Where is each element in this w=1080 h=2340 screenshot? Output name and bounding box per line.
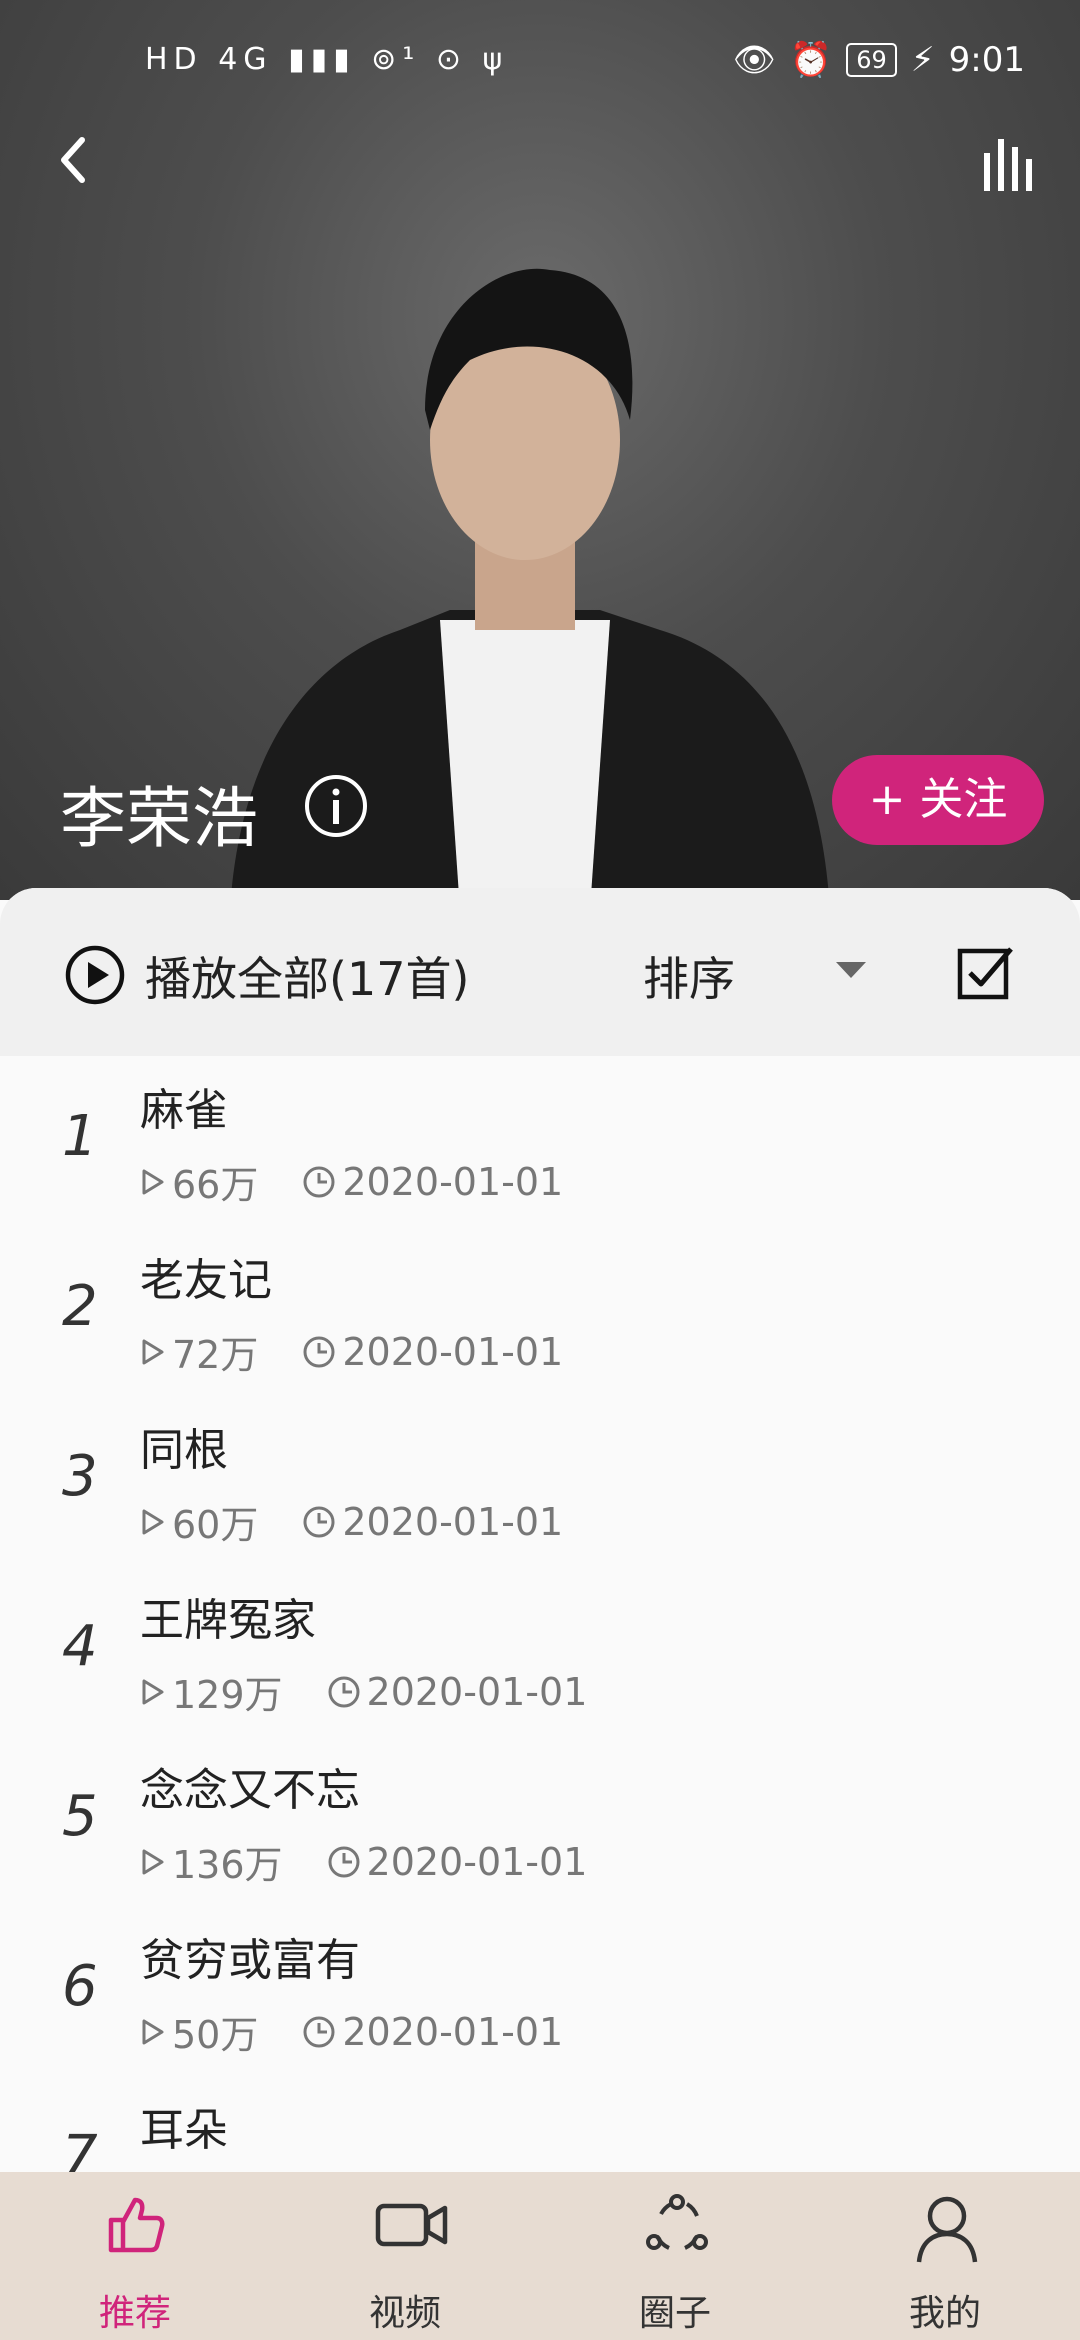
status-bar: HD 4G ▮▮▮ ⊚¹ ⊙ ψ 👁 ⏰ 69 ⚡ 9:01 — [0, 0, 1080, 130]
clock-icon — [328, 1676, 360, 1707]
caret-down-icon[interactable] — [836, 962, 866, 978]
clock-icon — [303, 1506, 335, 1537]
clock-icon — [303, 2016, 335, 2047]
play-count: 136万 — [172, 1843, 283, 1887]
play-count: 66万 — [172, 1163, 259, 1207]
release-date: 2020-01-01 — [366, 1839, 588, 1884]
artist-name: 李荣浩 — [60, 780, 258, 857]
release-date: 2020-01-01 — [342, 2009, 564, 2054]
user-icon — [916, 2196, 978, 2263]
clock-time: 9:01 — [948, 40, 1025, 80]
song-row[interactable]: 4 王牌冤家 129万 2020-01-01 — [0, 1566, 1080, 1736]
artist-hero: HD 4G ▮▮▮ ⊚¹ ⊙ ψ 👁 ⏰ 69 ⚡ 9:01 李荣浩 + 关注 — [0, 0, 1080, 900]
release-date-wrap: 2020-01-01 — [327, 1839, 588, 1884]
play-count-icon — [142, 1849, 164, 1874]
clock-icon — [328, 1846, 360, 1877]
status-left-icons: HD 4G ▮▮▮ ⊚¹ ⊙ ψ — [145, 42, 509, 77]
song-rank: 6 — [62, 1954, 98, 2019]
tab-label: 圈子 — [638, 2293, 711, 2334]
play-count: 50万 — [172, 2013, 259, 2057]
bottom-tab-bar: 推荐 视频 圈子 我的 — [0, 2172, 1080, 2340]
follow-button[interactable]: + 关注 — [832, 755, 1044, 845]
song-meta: 66万 2020-01-01 — [140, 1154, 563, 1209]
clock-icon — [303, 1336, 335, 1367]
release-date: 2020-01-01 — [342, 1329, 564, 1374]
artist-photo — [230, 268, 830, 900]
song-row[interactable]: 3 同根 60万 2020-01-01 — [0, 1396, 1080, 1566]
tab-label: 推荐 — [98, 2293, 171, 2334]
play-count-icon — [142, 1679, 164, 1704]
song-title: 贫穷或富有 — [140, 1935, 360, 1986]
play-count-icon — [142, 1509, 164, 1534]
song-row[interactable]: 7 耳朵 — [0, 2076, 1080, 2178]
song-row[interactable]: 5 念念又不忘 136万 2020-01-01 — [0, 1736, 1080, 1906]
song-meta: 50万 2020-01-01 — [140, 2004, 563, 2059]
song-row[interactable]: 2 老友记 72万 2020-01-01 — [0, 1226, 1080, 1396]
release-date-wrap: 2020-01-01 — [302, 1330, 563, 1374]
song-row[interactable]: 1 麻雀 66万 2020-01-01 — [0, 1056, 1080, 1226]
play-count-icon — [142, 2019, 164, 2044]
song-title: 耳朵 — [140, 2105, 228, 2156]
play-count-icon — [142, 1169, 164, 1194]
tab-circle[interactable]: 圈子 — [540, 2172, 810, 2340]
song-title: 同根 — [140, 1425, 228, 1476]
circle-share-icon — [646, 2194, 708, 2250]
song-meta: 129万 2020-01-01 — [140, 1664, 587, 1719]
song-list-panel: 播放全部(17首) 排序 1 麻雀 66万 2020-01-01 2 老友记 72万 2020… — [0, 888, 1080, 2178]
play-circle-icon[interactable] — [64, 944, 126, 1006]
release-date: 2020-01-01 — [342, 1499, 564, 1544]
status-right: 👁 ⏰ 69 ⚡ 9:01 — [733, 40, 1025, 80]
play-count: 129万 — [172, 1673, 283, 1717]
release-date-wrap: 2020-01-01 — [302, 1500, 563, 1544]
song-rank: 1 — [62, 1104, 98, 1169]
tab-label: 视频 — [368, 2293, 441, 2334]
song-meta: 60万 2020-01-01 — [140, 1494, 563, 1549]
song-title: 老友记 — [140, 1255, 272, 1306]
info-icon[interactable] — [303, 773, 369, 839]
song-title: 麻雀 — [140, 1085, 228, 1136]
song-rank: 4 — [62, 1614, 98, 1679]
eye-icon: 👁 — [732, 40, 776, 80]
song-row[interactable]: 6 贫穷或富有 50万 2020-01-01 — [0, 1906, 1080, 2076]
song-title: 王牌冤家 — [140, 1595, 316, 1646]
battery-indicator: 69 — [846, 43, 897, 77]
clock-icon — [303, 1166, 335, 1197]
sort-button[interactable]: 排序 — [643, 943, 735, 1009]
play-all-button[interactable]: 播放全部(17首) — [145, 943, 469, 1009]
charging-icon: ⚡ — [910, 40, 935, 80]
equalizer-icon[interactable] — [980, 135, 1040, 195]
play-count: 72万 — [172, 1333, 259, 1377]
video-camera-icon — [375, 2203, 448, 2247]
release-date-wrap: 2020-01-01 — [302, 1160, 563, 1204]
tab-profile[interactable]: 我的 — [810, 2172, 1080, 2340]
play-count: 60万 — [172, 1503, 259, 1547]
release-date: 2020-01-01 — [342, 1159, 564, 1204]
song-rank: 7 — [62, 2124, 98, 2178]
release-date-wrap: 2020-01-01 — [302, 2010, 563, 2054]
play-count-icon — [142, 1339, 164, 1364]
multi-select-checkbox-icon[interactable] — [955, 943, 1015, 1003]
list-toolbar: 播放全部(17首) 排序 — [0, 888, 1080, 1056]
tab-recommend[interactable]: 推荐 — [0, 2172, 270, 2340]
release-date-wrap: 2020-01-01 — [327, 1669, 588, 1714]
song-meta: 72万 2020-01-01 — [140, 1324, 563, 1379]
song-rank: 2 — [62, 1274, 98, 1339]
tab-video[interactable]: 视频 — [270, 2172, 540, 2340]
song-rank: 5 — [62, 1784, 98, 1849]
tab-label: 我的 — [908, 2293, 981, 2334]
thumbs-up-icon — [108, 2197, 165, 2253]
song-rank: 3 — [62, 1444, 98, 1509]
song-title: 念念又不忘 — [140, 1765, 360, 1816]
back-icon[interactable] — [50, 130, 100, 190]
song-meta: 136万 2020-01-01 — [140, 1834, 587, 1889]
release-date: 2020-01-01 — [366, 1669, 588, 1714]
alarm-icon: ⏰ — [789, 40, 833, 80]
